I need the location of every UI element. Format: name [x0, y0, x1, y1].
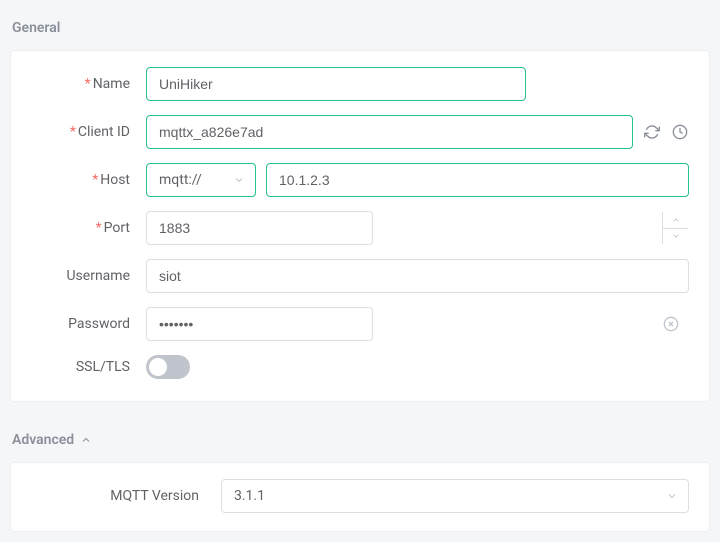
password-row: Password [31, 307, 689, 341]
host-row: *Host mqtt:// [31, 163, 689, 197]
ssl-toggle[interactable] [146, 355, 190, 379]
name-label: *Name [31, 76, 136, 92]
chevron-down-icon [233, 174, 245, 186]
password-label: Password [31, 316, 136, 332]
port-row: *Port [31, 211, 689, 245]
clientid-input[interactable] [146, 115, 633, 149]
username-label: Username [31, 268, 136, 284]
toggle-knob [149, 358, 167, 376]
advanced-panel: MQTT Version 3.1.1 [10, 462, 710, 532]
port-spinner [662, 212, 688, 244]
chevron-up-icon [80, 434, 92, 446]
port-label: *Port [31, 220, 136, 236]
scheme-value: mqtt:// [159, 172, 202, 188]
clientid-label: *Client ID [31, 124, 136, 140]
username-input[interactable] [146, 259, 689, 293]
scheme-select[interactable]: mqtt:// [146, 163, 256, 197]
refresh-icon[interactable] [643, 123, 661, 141]
mqtt-version-row: MQTT Version 3.1.1 [31, 479, 689, 513]
advanced-section-toggle[interactable]: Advanced [12, 432, 710, 448]
ssl-row: SSL/TLS [31, 355, 689, 379]
history-icon[interactable] [671, 123, 689, 141]
port-increment[interactable] [663, 212, 688, 229]
general-section-title: General [12, 20, 710, 36]
username-row: Username [31, 259, 689, 293]
general-panel: *Name *Client ID *Host mqtt:// *Port [10, 50, 710, 402]
name-input[interactable] [146, 67, 526, 101]
chevron-down-icon [666, 490, 678, 502]
mqtt-version-label: MQTT Version [31, 488, 211, 504]
host-input[interactable] [266, 163, 689, 197]
port-decrement[interactable] [663, 229, 688, 245]
clear-icon[interactable] [663, 316, 679, 332]
ssl-label: SSL/TLS [31, 359, 136, 375]
clientid-row: *Client ID [31, 115, 689, 149]
mqtt-version-value: 3.1.1 [234, 488, 265, 504]
mqtt-version-select[interactable]: 3.1.1 [221, 479, 689, 513]
port-input[interactable] [146, 211, 373, 245]
host-label: *Host [31, 172, 136, 188]
name-row: *Name [31, 67, 689, 101]
password-input[interactable] [146, 307, 373, 341]
